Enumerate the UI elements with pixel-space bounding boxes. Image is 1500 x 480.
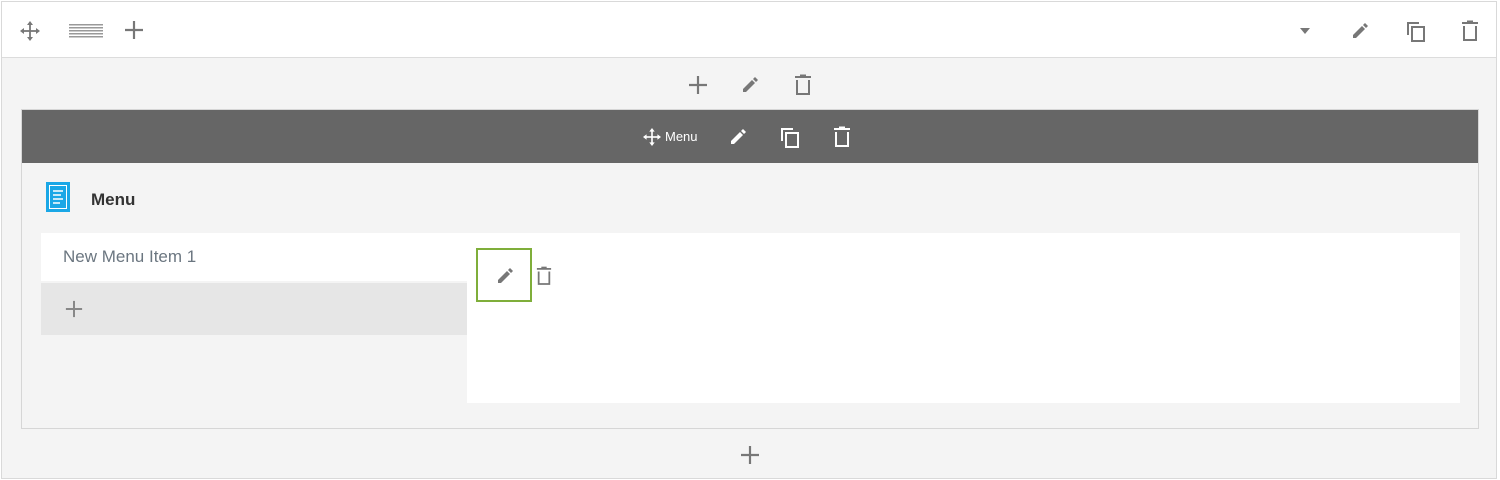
pencil-icon[interactable] <box>739 74 761 96</box>
document-icon <box>46 181 70 217</box>
caret-down-icon[interactable] <box>1298 24 1312 38</box>
move-icon[interactable] <box>19 20 41 42</box>
copy-icon[interactable] <box>1404 19 1428 43</box>
pencil-icon[interactable] <box>1349 20 1371 42</box>
trash-icon[interactable] <box>832 125 852 149</box>
trash-icon[interactable] <box>1459 19 1481 43</box>
module-insert-actions <box>2 58 1496 110</box>
module-heading-text: Menu <box>91 190 136 209</box>
pencil-icon <box>495 266 515 286</box>
menu-items-list: New Menu Item 1 <box>41 233 467 335</box>
trash-icon[interactable] <box>535 265 553 287</box>
copy-icon[interactable] <box>778 125 802 149</box>
add-module-plus-icon[interactable] <box>739 444 761 466</box>
edit-menu-item-button[interactable] <box>476 248 532 302</box>
layout-columns-icon[interactable] <box>68 21 104 41</box>
add-row-plus-icon[interactable] <box>123 19 145 41</box>
add-module-plus-icon[interactable] <box>687 74 709 96</box>
menu-item-content-pane <box>467 233 1460 403</box>
pencil-icon[interactable] <box>727 126 749 148</box>
trash-icon[interactable] <box>793 73 813 97</box>
row-toolbar <box>2 2 1496 58</box>
module-toolbar: Menu <box>22 110 1478 163</box>
bottom-insert-actions <box>2 430 1496 480</box>
module-heading <box>46 181 70 217</box>
page-builder-row: Menu Menu New Menu Item 1 <box>1 1 1497 479</box>
menu-module: Menu Menu New Menu Item 1 <box>21 109 1479 429</box>
menu-item-label: New Menu Item 1 <box>63 247 197 266</box>
menu-item-1[interactable]: New Menu Item 1 <box>41 233 467 281</box>
add-menu-item-button[interactable] <box>41 283 467 335</box>
module-bar-label[interactable]: Menu <box>665 129 698 144</box>
plus-icon <box>63 298 85 320</box>
move-icon[interactable] <box>643 128 661 146</box>
